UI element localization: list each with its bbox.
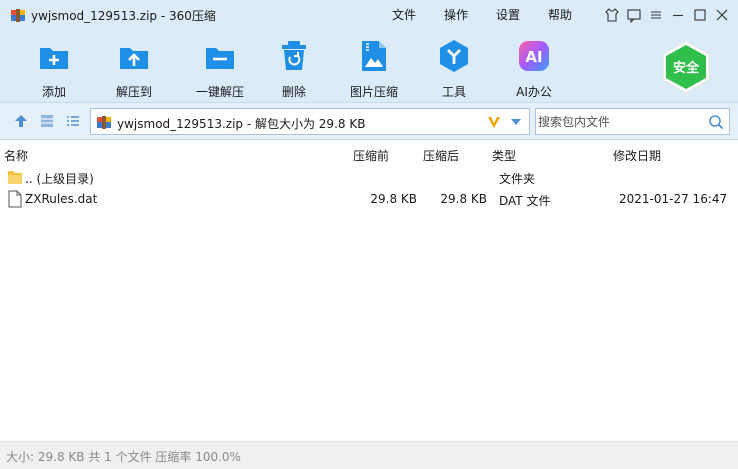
ai-office-button[interactable]: AI AI办公: [496, 38, 572, 99]
status-text: 大小: 29.8 KB 共 1 个文件 压缩率 100.0%: [6, 450, 241, 464]
menu-settings[interactable]: 设置: [496, 6, 520, 23]
toolbar: 添加 解压到 一键解压 删除 图片压缩 工具 AI AI办公: [0, 32, 738, 100]
security-shield-icon[interactable]: 安全: [658, 39, 714, 95]
file-type: DAT 文件: [499, 194, 551, 208]
table-row[interactable]: .. (上级目录) 文件夹: [0, 166, 738, 188]
column-type[interactable]: 类型: [492, 147, 516, 164]
up-arrow-icon[interactable]: [13, 113, 29, 129]
delete-button[interactable]: 删除: [256, 38, 332, 99]
file-name: .. (上级目录): [25, 172, 94, 186]
add-button[interactable]: 添加: [16, 38, 92, 99]
image-compress-label: 图片压缩: [349, 85, 398, 99]
address-bar: ywjsmod_129513.zip - 解包大小为 29.8 KB: [0, 102, 738, 140]
ai-office-label: AI办公: [516, 85, 552, 99]
tools-label: 工具: [441, 85, 466, 99]
file-icon: [8, 190, 22, 208]
maximize-icon[interactable]: [690, 5, 710, 25]
menu-icon[interactable]: [646, 5, 666, 25]
tools-icon: [440, 40, 468, 72]
ai-office-icon: AI: [519, 41, 549, 71]
ai-badge: AI: [525, 48, 542, 66]
image-compress-icon: [362, 41, 386, 71]
zip-app-icon: [11, 9, 25, 22]
skin-icon[interactable]: [602, 5, 622, 25]
one-click-extract-label: 一键解压: [195, 85, 244, 99]
search-box[interactable]: [535, 108, 730, 135]
close-icon[interactable]: [712, 5, 732, 25]
extract-to-icon: [120, 48, 148, 69]
folder-icon: [8, 171, 22, 184]
one-click-extract-icon: [206, 48, 234, 69]
search-input[interactable]: [538, 111, 703, 132]
extract-to-label: 解压到: [115, 85, 152, 99]
menu-file[interactable]: 文件: [392, 6, 416, 23]
column-after[interactable]: 压缩后: [423, 147, 459, 164]
feedback-icon[interactable]: [624, 5, 644, 25]
archive-path-field[interactable]: ywjsmod_129513.zip - 解包大小为 29.8 KB: [90, 108, 530, 135]
menu-help[interactable]: 帮助: [548, 6, 572, 23]
image-compress-button[interactable]: 图片压缩: [336, 38, 412, 99]
file-name: ZXRules.dat: [25, 192, 98, 206]
file-type: 文件夹: [499, 172, 536, 186]
v-mark-icon[interactable]: [486, 114, 502, 130]
delete-icon: [282, 41, 306, 70]
title-bar[interactable]: ywjsmod_129513.zip - 360压缩 文件 操作 设置 帮助: [0, 0, 738, 30]
minimize-icon[interactable]: [668, 5, 688, 25]
add-label: 添加: [41, 85, 66, 99]
add-archive-icon: [40, 48, 68, 69]
one-click-extract-button[interactable]: 一键解压: [182, 38, 258, 99]
column-name[interactable]: 名称: [4, 147, 28, 164]
file-size-before: 29.8 KB: [370, 192, 417, 206]
header: ywjsmod_129513.zip - 360压缩 文件 操作 设置 帮助 添…: [0, 0, 738, 102]
security-label: 安全: [673, 60, 700, 76]
extract-to-button[interactable]: 解压到: [96, 38, 172, 99]
column-before[interactable]: 压缩前: [353, 147, 389, 164]
chevron-down-icon[interactable]: [510, 118, 522, 126]
zip-file-icon: [97, 116, 111, 129]
list-view-icon[interactable]: [65, 113, 81, 129]
search-icon[interactable]: [708, 114, 724, 130]
file-size-after: 29.8 KB: [440, 192, 487, 206]
column-header: 名称 压缩前 压缩后 类型 修改日期: [0, 143, 738, 165]
column-date[interactable]: 修改日期: [613, 147, 661, 164]
window-title: ywjsmod_129513.zip - 360压缩: [31, 9, 216, 23]
table-row[interactable]: ZXRules.dat 29.8 KB 29.8 KB DAT 文件 2021-…: [0, 188, 738, 210]
tools-button[interactable]: 工具: [416, 38, 492, 99]
status-bar: 大小: 29.8 KB 共 1 个文件 压缩率 100.0%: [0, 441, 738, 469]
menu-operate[interactable]: 操作: [444, 6, 468, 23]
file-date: 2021-01-27 16:47: [619, 192, 728, 206]
delete-label: 删除: [281, 85, 306, 99]
thumbnail-view-icon[interactable]: [39, 113, 55, 129]
archive-path-text: ywjsmod_129513.zip - 解包大小为 29.8 KB: [117, 117, 366, 131]
